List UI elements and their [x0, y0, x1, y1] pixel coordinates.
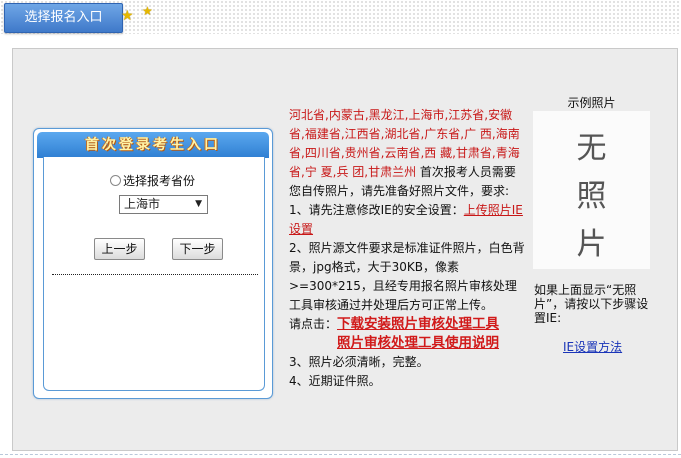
login-panel: 首次登录考生入口 选择报考省份 上海市 ▼ 上一步 下一步 — [33, 128, 273, 399]
dropdown-arrow-icon[interactable]: ▼ — [195, 196, 202, 213]
download-tool-link[interactable]: 下载安装照片审核处理工具 — [337, 315, 499, 334]
item2-text: 2、照片源文件要求是标准证件照片，白色背景，jpg格式，大于30KB，像素>=3… — [289, 241, 525, 312]
login-header: 首次登录考生入口 — [37, 132, 269, 158]
province-radio[interactable]: 选择报考省份 — [110, 173, 195, 189]
item3-text: 3、照片必须清晰，完整。 — [289, 355, 429, 369]
tool-manual-link[interactable]: 照片审核处理工具使用说明 — [289, 334, 499, 353]
next-button[interactable]: 下一步 — [172, 238, 223, 260]
province-select[interactable]: 上海市 ▼ — [119, 195, 208, 214]
radio-icon[interactable] — [110, 175, 121, 186]
no-photo-note: 如果上面显示“无照片”，请按以下步骤设置IE: — [534, 283, 649, 325]
sample-photo: 无 照 片 — [533, 111, 650, 269]
instructions: 河北省,内蒙古,黑龙江,上海市,江苏省,安徽省,福建省,江西省,湖北省,广东省,… — [289, 106, 525, 391]
login-form: 选择报考省份 上海市 ▼ 上一步 下一步 — [43, 157, 265, 391]
star-icon: ★ — [142, 4, 153, 18]
dotted-divider — [52, 274, 258, 275]
photo-placeholder-char: 照 — [576, 179, 607, 214]
photo-placeholder-char: 无 — [576, 131, 607, 166]
login-title: 首次登录考生入口 — [85, 137, 221, 153]
bottom-divider — [0, 454, 681, 455]
radio-label: 选择报考省份 — [123, 174, 196, 188]
province-selected-value: 上海市 — [124, 197, 161, 211]
sample-photo-label: 示例照片 — [567, 96, 616, 110]
photo-placeholder-char: 片 — [576, 227, 607, 262]
star-icon: ★ — [121, 8, 134, 24]
tab-select-entry[interactable]: 选择报名入口 — [4, 3, 123, 33]
item4-text: 4、近期证件照。 — [289, 374, 381, 388]
item1-text: 1、请先注意修改IE的安全设置： — [289, 203, 464, 217]
click-label: 请点击： — [289, 317, 338, 331]
ie-settings-link[interactable]: IE设置方法 — [563, 338, 622, 355]
top-bar: 选择报名入口 ★ ★ — [0, 0, 681, 34]
prev-button[interactable]: 上一步 — [94, 238, 145, 260]
